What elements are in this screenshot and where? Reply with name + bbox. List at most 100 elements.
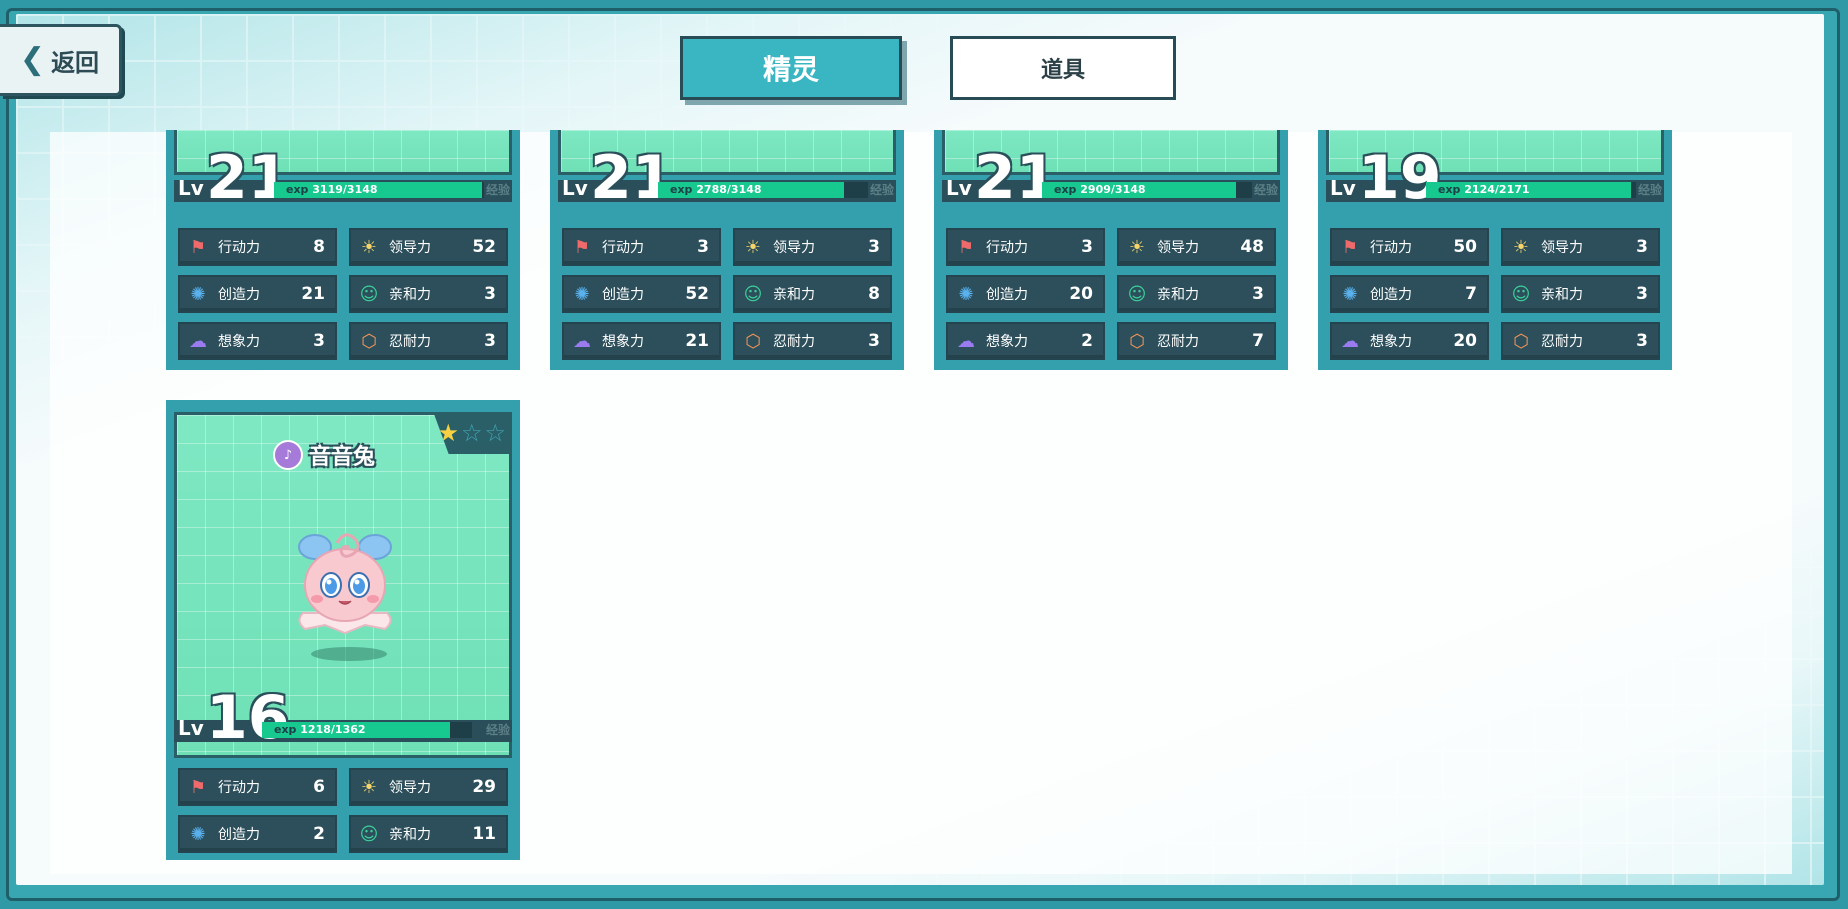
- stat-imagine: ☁ 想象力 3: [178, 322, 337, 360]
- spirit-card[interactable]: ★ ☆ ☆ ♪ 音音兔 Lv 16 exp 1218/1362 经验 ⚑ 行动力…: [166, 400, 520, 860]
- cloud-icon: ☁: [1341, 330, 1359, 352]
- level-prefix: Lv: [562, 176, 588, 200]
- stat-affinity: ☺ 亲和力 11: [349, 815, 508, 853]
- stats-grid: ⚑ 行动力 8 ☀ 领导力 52 ✺ 创造力 21 ☺ 亲和力 3 ☁ 想象力 3 ⬡ 忍耐力 3: [178, 228, 508, 360]
- exp-bar: exp 2124/2171: [1426, 182, 1636, 198]
- level-bar: Lv 21 exp 3119/3148 经验: [166, 148, 520, 208]
- sunrise-icon: ☀: [1512, 236, 1530, 258]
- stat-action: ⚑ 行动力 6: [178, 768, 337, 806]
- stat-create: ✺ 创造力 52: [562, 275, 721, 313]
- exp-prefix: exp: [274, 723, 297, 736]
- stats-grid: ⚑ 行动力 3 ☀ 领导力 48 ✺ 创造力 20 ☺ 亲和力 3 ☁ 想象力 2 ⬡ 忍耐力 7: [946, 228, 1276, 360]
- lightbulb-icon: ✺: [1342, 283, 1358, 305]
- level-prefix: Lv: [178, 176, 204, 200]
- smile-icon: ☺: [359, 823, 379, 845]
- stat-affinity: ☺ 亲和力 3: [1117, 275, 1276, 313]
- exp-bar: exp 2909/3148: [1042, 182, 1252, 198]
- stat-action: ⚑ 行动力 8: [178, 228, 337, 266]
- exp-bar: exp 2788/3148: [658, 182, 868, 198]
- cloud-icon: ☁: [957, 330, 975, 352]
- stat-create: ✺ 创造力 20: [946, 275, 1105, 313]
- sunrise-icon: ☀: [360, 236, 378, 258]
- smile-icon: ☺: [1511, 283, 1531, 305]
- level-bar: Lv 21 exp 2909/3148 经验: [934, 148, 1288, 208]
- tab-spirits[interactable]: 精灵: [680, 36, 902, 100]
- back-label: 返回: [51, 48, 100, 77]
- exp-max: /2171: [1494, 183, 1530, 196]
- smile-icon: ☺: [1127, 283, 1147, 305]
- cloud-icon: ☁: [573, 330, 591, 352]
- stat-lead: ☀ 领导力 3: [733, 228, 892, 266]
- lightbulb-icon: ✺: [190, 823, 206, 845]
- stats-grid: ⚑ 行动力 50 ☀ 领导力 3 ✺ 创造力 7 ☺ 亲和力 3 ☁ 想象力 20 ⬡ 忍耐力 3: [1330, 228, 1660, 360]
- exp-tag: 经验: [869, 183, 894, 197]
- level-prefix: Lv: [1330, 176, 1356, 200]
- level-number: 19: [1358, 143, 1442, 213]
- chevron-left-icon: ❮: [19, 42, 46, 77]
- stat-endure: ⬡ 忍耐力 3: [733, 322, 892, 360]
- exp-max: /3148: [1110, 183, 1146, 196]
- running-icon: ⚑: [189, 236, 207, 258]
- exp-bar: exp 1218/1362: [262, 722, 472, 738]
- exp-current: 2909: [1080, 183, 1111, 196]
- stat-lead: ☀ 领导力 48: [1117, 228, 1276, 266]
- exp-max: /1362: [330, 723, 366, 736]
- level-number: 21: [206, 143, 290, 213]
- stat-imagine: ☁ 想象力 20: [1330, 322, 1489, 360]
- smile-icon: ☺: [359, 283, 379, 305]
- level-bar: Lv 16 exp 1218/1362 经验: [166, 688, 520, 748]
- stat-action: ⚑ 行动力 3: [562, 228, 721, 266]
- creature-sprite: [298, 533, 392, 635]
- exp-prefix: exp: [1438, 183, 1461, 196]
- exp-tag: 经验: [1637, 183, 1662, 197]
- sunrise-icon: ☀: [1128, 236, 1146, 258]
- spirit-card[interactable]: Lv 21 exp 2788/3148 经验 ⚑ 行动力 3 ☀ 领导力 3 ✺ 创造力 5…: [550, 130, 904, 370]
- exp-tag: 经验: [1253, 183, 1278, 197]
- creature-shadow: [311, 647, 387, 661]
- stat-imagine: ☁ 想象力 2: [946, 322, 1105, 360]
- lightbulb-icon: ✺: [190, 283, 206, 305]
- running-icon: ⚑: [1341, 236, 1359, 258]
- running-icon: ⚑: [957, 236, 975, 258]
- stat-lead: ☀ 领导力 3: [1501, 228, 1660, 266]
- stat-create: ✺ 创造力 2: [178, 815, 337, 853]
- sunrise-icon: ☀: [744, 236, 762, 258]
- stat-affinity: ☺ 亲和力 3: [349, 275, 508, 313]
- level-number: 21: [590, 143, 674, 213]
- spirit-card[interactable]: Lv 21 exp 2909/3148 经验 ⚑ 行动力 3 ☀ 领导力 48 ✺ 创造力…: [934, 130, 1288, 370]
- exp-current: 2788: [696, 183, 727, 196]
- star-icon: ☆: [460, 419, 483, 447]
- running-icon: ⚑: [573, 236, 591, 258]
- spirit-card[interactable]: Lv 19 exp 2124/2171 经验 ⚑ 行动力 50 ☀ 领导力 3 ✺ 创造力…: [1318, 130, 1672, 370]
- level-prefix: Lv: [946, 176, 972, 200]
- cloud-icon: ☁: [189, 330, 207, 352]
- level-bar: Lv 19 exp 2124/2171 经验: [1318, 148, 1672, 208]
- level-bar: Lv 21 exp 2788/3148 经验: [550, 148, 904, 208]
- exp-current: 2124: [1464, 183, 1495, 196]
- stat-action: ⚑ 行动力 3: [946, 228, 1105, 266]
- exp-tag: 经验: [485, 723, 510, 737]
- exp-max: /3148: [342, 183, 378, 196]
- stat-create: ✺ 创造力 7: [1330, 275, 1489, 313]
- exp-prefix: exp: [286, 183, 309, 196]
- shield-icon: ⬡: [1129, 330, 1145, 352]
- music-note-icon: ♪: [273, 440, 303, 470]
- exp-prefix: exp: [1054, 183, 1077, 196]
- shield-icon: ⬡: [1513, 330, 1529, 352]
- level-number: 21: [974, 143, 1058, 213]
- tab-items[interactable]: 道具: [950, 36, 1176, 100]
- spirit-name-row: ♪ 音音兔: [273, 439, 375, 471]
- stat-lead: ☀ 领导力 52: [349, 228, 508, 266]
- back-button[interactable]: ❮ 返回: [0, 24, 122, 96]
- stats-grid: ⚑ 行动力 6 ☀ 领导力 29 ✺ 创造力 2 ☺ 亲和力 11: [178, 768, 508, 853]
- exp-prefix: exp: [670, 183, 693, 196]
- star-icon: ☆: [484, 419, 506, 447]
- stat-imagine: ☁ 想象力 21: [562, 322, 721, 360]
- shield-icon: ⬡: [361, 330, 377, 352]
- lightbulb-icon: ✺: [958, 283, 974, 305]
- stats-grid: ⚑ 行动力 3 ☀ 领导力 3 ✺ 创造力 52 ☺ 亲和力 8 ☁ 想象力 21 ⬡ 忍耐力 3: [562, 228, 892, 360]
- smile-icon: ☺: [743, 283, 763, 305]
- stat-endure: ⬡ 忍耐力 3: [1501, 322, 1660, 360]
- spirit-card[interactable]: Lv 21 exp 3119/3148 经验 ⚑ 行动力 8 ☀ 领导力 52 ✺ 创造力…: [166, 130, 520, 370]
- lightbulb-icon: ✺: [574, 283, 590, 305]
